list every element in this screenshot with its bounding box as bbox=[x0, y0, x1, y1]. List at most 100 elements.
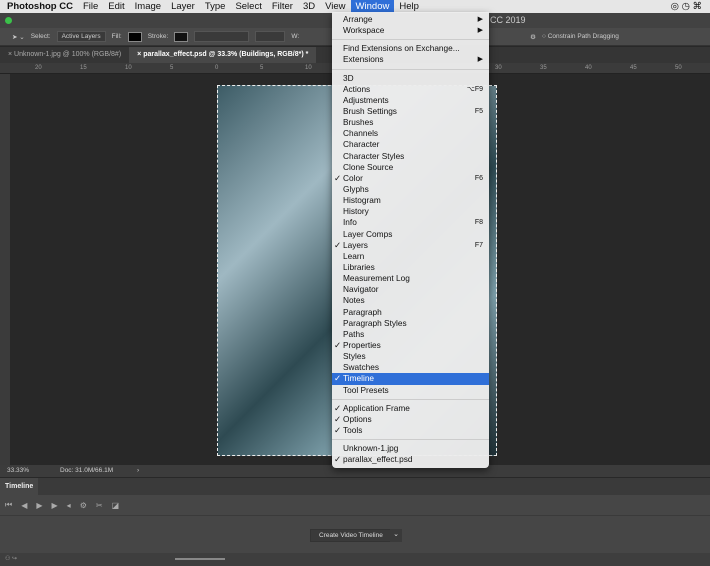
menu-item-paths[interactable]: Paths bbox=[332, 329, 489, 340]
menu-item-clone-source[interactable]: Clone Source bbox=[332, 162, 489, 173]
menu-item-libraries[interactable]: Libraries bbox=[332, 262, 489, 273]
menu-item-options[interactable]: ✓ Options bbox=[332, 414, 489, 425]
menu-item-glyphs[interactable]: Glyphs bbox=[332, 184, 489, 195]
menu-item-tool-presets[interactable]: Tool Presets bbox=[332, 385, 489, 396]
menu-item-label: Paths bbox=[343, 328, 365, 339]
menu-item-adjustments[interactable]: Adjustments bbox=[332, 95, 489, 106]
render-icon[interactable]: ⚇ ↪ bbox=[5, 555, 17, 562]
document-tab[interactable]: × parallax_effect.psd @ 33.3% (Buildings… bbox=[129, 47, 317, 63]
menu-item-notes[interactable]: Notes bbox=[332, 295, 489, 306]
menu-select[interactable]: Select bbox=[230, 0, 266, 13]
zoom-window-button[interactable] bbox=[5, 17, 12, 24]
audio-icon[interactable]: ◂ bbox=[67, 501, 71, 510]
menu-item-extensions[interactable]: Extensions ▶ bbox=[332, 54, 489, 65]
menu-item-label: Swatches bbox=[343, 362, 379, 373]
transition-icon[interactable]: ◪ bbox=[112, 501, 120, 510]
menu-item-unknown-1-jpg[interactable]: Unknown-1.jpg bbox=[332, 443, 489, 454]
menu-image[interactable]: Image bbox=[130, 0, 166, 13]
menu-item-tools[interactable]: ✓ Tools bbox=[332, 425, 489, 436]
menu-layer[interactable]: Layer bbox=[166, 0, 200, 13]
shortcut: F7 bbox=[474, 241, 483, 249]
prev-frame-icon[interactable]: ◀ bbox=[21, 501, 27, 510]
constrain-checkbox[interactable]: ○ Constrain Path Dragging bbox=[542, 33, 619, 40]
menu-item-color[interactable]: ✓ Color F6 bbox=[332, 173, 489, 184]
vertical-ruler[interactable] bbox=[0, 74, 10, 465]
menu-item-3d[interactable]: 3D bbox=[332, 73, 489, 84]
menu-item-timeline[interactable]: ✓ Timeline bbox=[332, 373, 489, 385]
doc-size: Doc: 31.0M/66.1M bbox=[60, 467, 114, 474]
menu-file[interactable]: File bbox=[78, 0, 103, 13]
first-frame-icon[interactable]: ⏮ bbox=[5, 500, 12, 510]
stroke-type-dropdown[interactable] bbox=[255, 31, 286, 42]
play-icon[interactable]: ▶ bbox=[36, 501, 42, 510]
history-icon[interactable]: ◎ ◷ ⌘ bbox=[666, 0, 710, 13]
fill-label: Fill: bbox=[111, 33, 122, 40]
menu-item-find-extensions-on-exchange[interactable]: Find Extensions on Exchange... bbox=[332, 43, 489, 54]
menu-item-label: Tools bbox=[343, 424, 363, 435]
width-label: W: bbox=[291, 33, 300, 40]
status-menu-arrow[interactable]: › bbox=[137, 467, 139, 474]
tab-timeline[interactable]: Timeline bbox=[0, 478, 39, 495]
ruler-tick-label: 50 bbox=[675, 65, 682, 71]
menu-item-measurement-log[interactable]: Measurement Log bbox=[332, 273, 489, 284]
menu-item-swatches[interactable]: Swatches bbox=[332, 362, 489, 373]
menu-filter[interactable]: Filter bbox=[267, 0, 298, 13]
ruler-tick-label: 35 bbox=[540, 65, 547, 71]
menu-item-parallax-effect-psd[interactable]: ✓ parallax_effect.psd bbox=[332, 454, 489, 465]
ruler-tick-label: 0 bbox=[215, 65, 219, 71]
menu-item-workspace[interactable]: Workspace ▶ bbox=[332, 25, 489, 36]
menu-item-application-frame[interactable]: ✓ Application Frame bbox=[332, 403, 489, 414]
menu-item-label: Brushes bbox=[343, 117, 374, 128]
zoom-slider[interactable] bbox=[175, 558, 225, 560]
menu-item-actions[interactable]: Actions ⌥F9 bbox=[332, 84, 489, 95]
menu-item-history[interactable]: History bbox=[332, 206, 489, 217]
menu-item-layers[interactable]: ✓ Layers F7 bbox=[332, 240, 489, 251]
submenu-arrow-icon: ▶ bbox=[477, 56, 483, 64]
menu-item-info[interactable]: Info F8 bbox=[332, 217, 489, 228]
stroke-width-field[interactable] bbox=[194, 31, 250, 42]
menu-item-paragraph-styles[interactable]: Paragraph Styles bbox=[332, 318, 489, 329]
checkmark-icon: ✓ bbox=[334, 402, 341, 413]
menu-item-properties[interactable]: ✓ Properties bbox=[332, 340, 489, 351]
timeline-controls: ⏮ ◀ ▶ ▶ ◂ ⚙ ✂ ◪ bbox=[0, 495, 710, 516]
next-frame-icon[interactable]: ▶ bbox=[52, 501, 58, 510]
path-selection-tool-icon[interactable]: ➤ ⌄ bbox=[12, 33, 25, 41]
menu-item-histogram[interactable]: Histogram bbox=[332, 195, 489, 206]
menu-separator bbox=[332, 68, 489, 70]
menu-item-label: Layer Comps bbox=[343, 228, 393, 239]
menu-item-learn[interactable]: Learn bbox=[332, 251, 489, 262]
fill-swatch[interactable] bbox=[127, 31, 142, 42]
menu-item-layer-comps[interactable]: Layer Comps bbox=[332, 229, 489, 240]
menu-item-label: Options bbox=[343, 413, 372, 424]
menu-item-character-styles[interactable]: Character Styles bbox=[332, 151, 489, 162]
menu-item-navigator[interactable]: Navigator bbox=[332, 284, 489, 295]
menu-item-paragraph[interactable]: Paragraph bbox=[332, 307, 489, 318]
menu-3d[interactable]: 3D bbox=[298, 0, 320, 13]
menu-type[interactable]: Type bbox=[200, 0, 231, 13]
menu-edit[interactable]: Edit bbox=[103, 0, 129, 13]
shortcut: ⌥F9 bbox=[466, 85, 483, 93]
gear-icon[interactable]: ⚙ bbox=[530, 33, 536, 41]
select-dropdown[interactable]: Active Layers bbox=[56, 31, 106, 42]
menu-item-arrange[interactable]: Arrange ▶ bbox=[332, 14, 489, 25]
tab-label: Unknown-1.jpg @ 100% (RGB/8#) bbox=[14, 51, 122, 58]
menu-item-label: History bbox=[343, 206, 369, 217]
menu-separator bbox=[332, 398, 489, 400]
app-menu[interactable]: Photoshop CC bbox=[0, 0, 78, 13]
chevron-down-icon[interactable]: ⌄ bbox=[390, 529, 402, 542]
menu-item-styles[interactable]: Styles bbox=[332, 351, 489, 362]
checkmark-icon: ✓ bbox=[334, 373, 341, 384]
zoom-level[interactable]: 33.33% bbox=[7, 467, 29, 474]
menu-item-brush-settings[interactable]: Brush Settings F5 bbox=[332, 106, 489, 117]
window-title: CC 2019 bbox=[490, 15, 526, 25]
document-tab[interactable]: × Unknown-1.jpg @ 100% (RGB/8#) bbox=[0, 47, 129, 63]
stroke-swatch[interactable] bbox=[174, 31, 189, 42]
menu-item-brushes[interactable]: Brushes bbox=[332, 117, 489, 128]
scissors-icon[interactable]: ✂ bbox=[96, 501, 103, 510]
menu-item-channels[interactable]: Channels bbox=[332, 128, 489, 139]
checkmark-icon: ✓ bbox=[334, 239, 341, 250]
create-video-timeline-button[interactable]: Create Video Timeline bbox=[310, 529, 392, 542]
window-menu: Arrange ▶ Workspace ▶ Find Extensions on Exc… bbox=[332, 12, 489, 468]
settings-icon[interactable]: ⚙ bbox=[80, 501, 87, 510]
menu-item-character[interactable]: Character bbox=[332, 139, 489, 150]
